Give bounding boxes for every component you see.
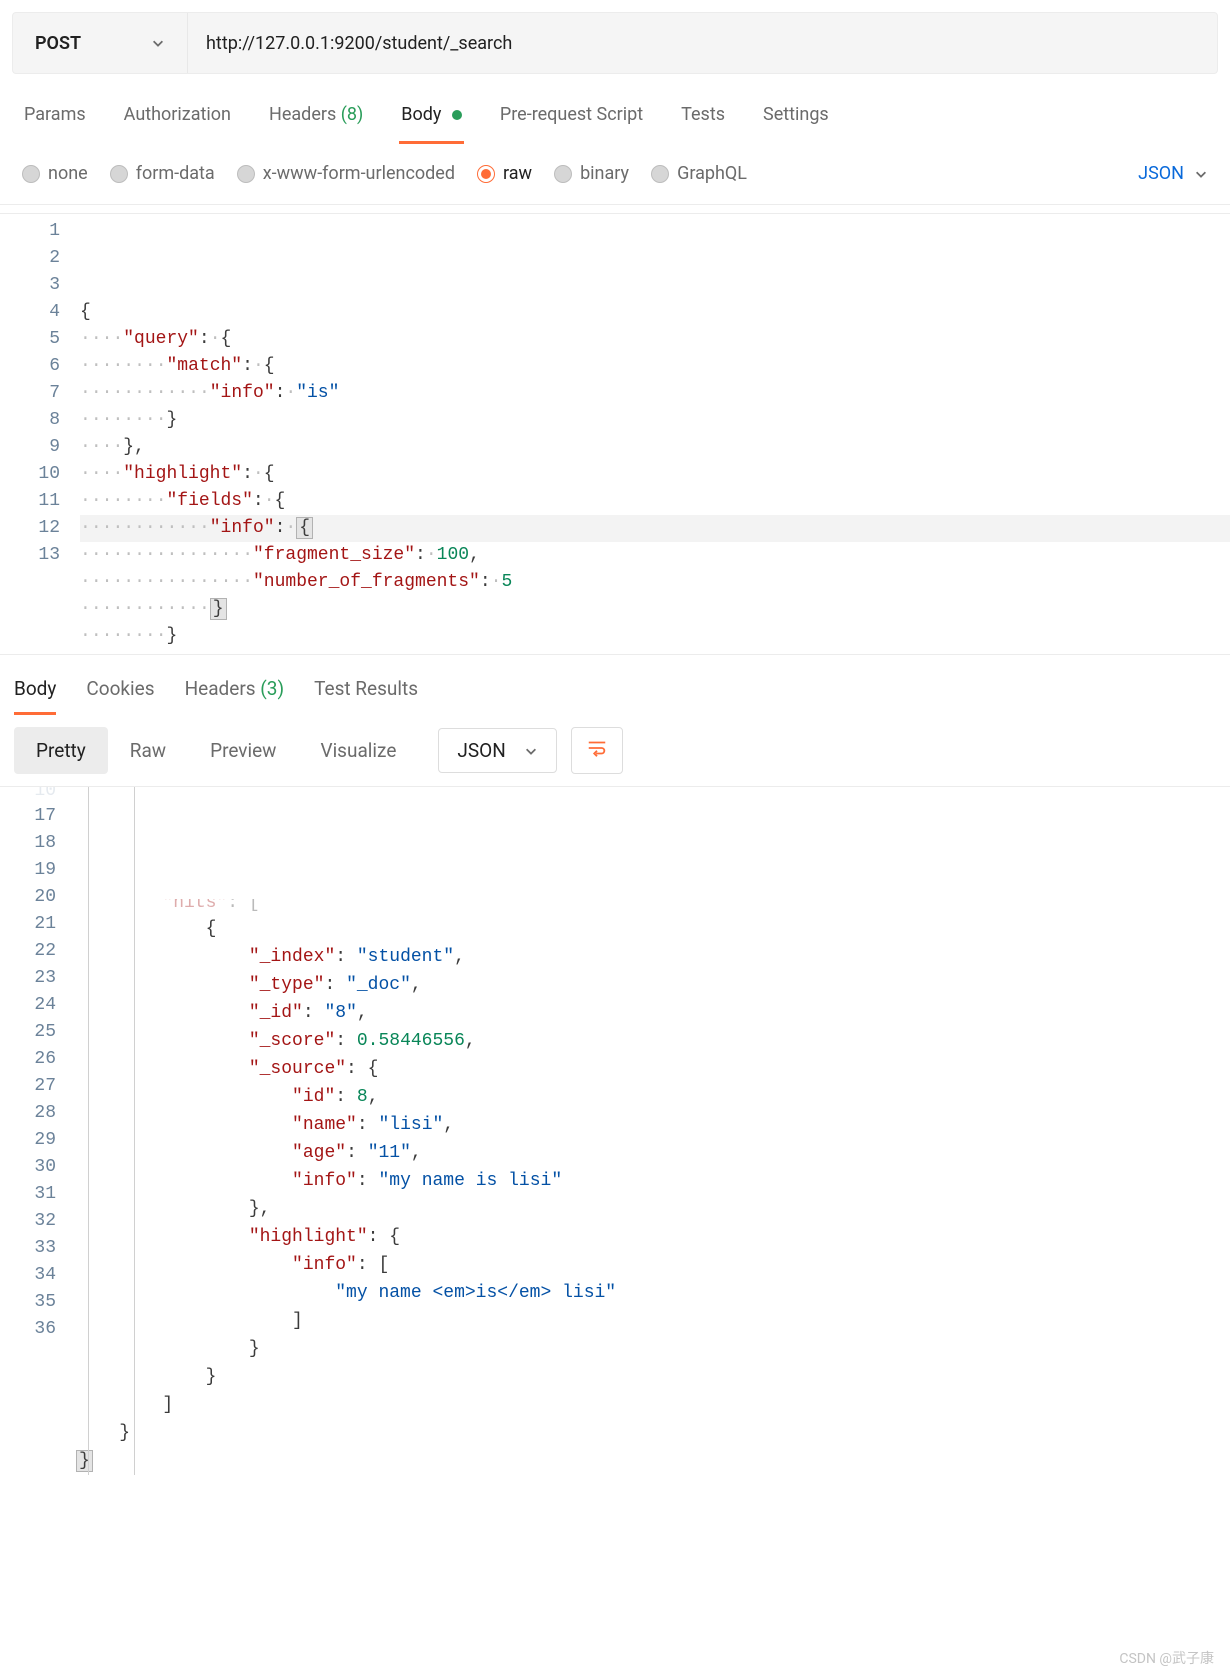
bodytype-raw[interactable]: raw (477, 163, 532, 184)
tab-headers-label: Headers (269, 104, 336, 125)
response-view-bar: Pretty Raw Preview Visualize JSON (0, 715, 1230, 786)
radio-icon (554, 165, 572, 183)
tab-settings[interactable]: Settings (761, 104, 831, 144)
resp-tab-body[interactable]: Body (14, 677, 56, 715)
chevron-down-icon (524, 744, 538, 758)
response-body-code[interactable]: "hits": [ { "_index": "student", "_type"… (76, 787, 1230, 1475)
response-body-editor[interactable]: 1017181920212223242526272829303132333435… (0, 786, 1230, 1475)
request-tabs: Params Authorization Headers (8) Body Pr… (0, 86, 1230, 145)
request-bar: POST (12, 12, 1218, 74)
body-language-label: JSON (1138, 163, 1184, 184)
radio-icon (110, 165, 128, 183)
watermark: CSDN @武子康 (1119, 1648, 1214, 1668)
bodytype-formdata-label: form-data (136, 163, 215, 184)
line-gutter: 12345678910111213 (0, 218, 80, 650)
body-language-dropdown[interactable]: JSON (1138, 163, 1208, 184)
bodytype-none-label: none (48, 163, 88, 184)
resp-tab-testresults[interactable]: Test Results (314, 677, 418, 715)
method-dropdown[interactable]: POST (13, 13, 188, 73)
tab-body-label: Body (401, 104, 441, 125)
bodytype-urlencoded-label: x-www-form-urlencoded (263, 163, 455, 184)
radio-icon (477, 165, 495, 183)
url-input[interactable] (188, 13, 1217, 73)
tab-params[interactable]: Params (22, 104, 88, 144)
response-language-label: JSON (457, 739, 505, 762)
radio-icon (237, 165, 255, 183)
chevron-down-icon (151, 36, 165, 50)
tab-authorization[interactable]: Authorization (122, 104, 233, 144)
subtab-raw[interactable]: Raw (108, 727, 188, 774)
bodytype-graphql[interactable]: GraphQL (651, 163, 747, 184)
headers-count: (8) (341, 104, 364, 125)
bodytype-raw-label: raw (503, 163, 532, 184)
bodytype-formdata[interactable]: form-data (110, 163, 215, 184)
request-body-editor[interactable]: 12345678910111213 {····"query":·{·······… (0, 213, 1230, 655)
bodytype-urlencoded[interactable]: x-www-form-urlencoded (237, 163, 455, 184)
bodytype-binary-label: binary (580, 163, 629, 184)
subtab-visualize[interactable]: Visualize (298, 727, 418, 774)
response-language-dropdown[interactable]: JSON (438, 728, 556, 773)
wrap-icon (586, 737, 608, 759)
wrap-lines-button[interactable] (571, 727, 623, 774)
resp-tab-cookies[interactable]: Cookies (86, 677, 154, 715)
tab-headers[interactable]: Headers (8) (267, 104, 365, 144)
bodytype-graphql-label: GraphQL (677, 163, 747, 184)
resp-tab-headers[interactable]: Headers (3) (185, 677, 285, 715)
method-label: POST (35, 33, 81, 54)
subtab-pretty[interactable]: Pretty (14, 727, 108, 774)
request-body-code[interactable]: {····"query":·{········"match":·{·······… (80, 218, 1230, 650)
bodytype-binary[interactable]: binary (554, 163, 629, 184)
resp-headers-count: (3) (260, 677, 284, 700)
subtab-preview[interactable]: Preview (188, 727, 298, 774)
response-tabs: Body Cookies Headers (3) Test Results (0, 655, 1230, 715)
resp-line-gutter: 1017181920212223242526272829303132333435… (0, 787, 76, 1475)
dot-indicator-icon (452, 110, 462, 120)
tab-body[interactable]: Body (399, 104, 464, 144)
resp-tab-headers-label: Headers (185, 677, 256, 700)
radio-icon (22, 165, 40, 183)
chevron-down-icon (1194, 167, 1208, 181)
tab-tests[interactable]: Tests (679, 104, 727, 144)
radio-icon (651, 165, 669, 183)
tab-prerequest[interactable]: Pre-request Script (498, 104, 645, 144)
body-type-row: none form-data x-www-form-urlencoded raw… (0, 145, 1230, 205)
bodytype-none[interactable]: none (22, 163, 88, 184)
